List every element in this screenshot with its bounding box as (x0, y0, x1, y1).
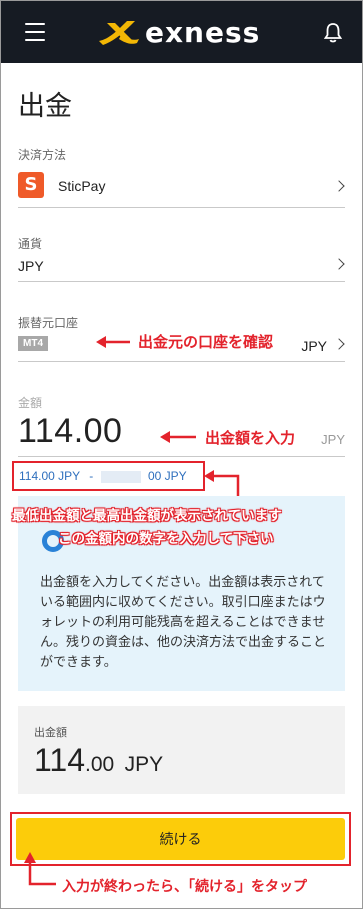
mt4-badge: MT4 (18, 336, 48, 351)
amount-range-min: 114.00 JPY (19, 469, 80, 483)
amount-range-highlight: 114.00 JPY - 00 JPY (12, 461, 205, 491)
withdrawal-summary: 出金額 114.00 JPY (18, 706, 345, 794)
annotation-arrow-button (24, 852, 56, 886)
amount-range-separator: - (89, 469, 94, 483)
amount-range-max: 00 JPY (147, 469, 187, 483)
amount-underline (18, 456, 345, 457)
chevron-right-icon (333, 338, 345, 350)
annotation-arrow-amount (160, 431, 196, 443)
summary-amount: 114.00 JPY (34, 742, 163, 779)
brand-name: exness (145, 15, 261, 49)
blurred-amount (100, 470, 141, 483)
exness-logo-mark-icon (99, 21, 139, 45)
annotation-arrow-source-account (96, 336, 130, 348)
sticpay-icon: S (18, 172, 44, 198)
currency-select[interactable]: JPY (18, 250, 345, 282)
summary-amount-decimal: .00 (85, 753, 115, 776)
app-header: exness (1, 1, 362, 63)
continue-button[interactable]: 続ける (16, 818, 345, 860)
chevron-right-icon (333, 258, 345, 270)
annotation-continue-button: 入力が終わったら、「続ける」をタップ (62, 879, 307, 895)
amount-unit: JPY (321, 432, 345, 447)
annotation-source-account: 出金元の口座を確認 (138, 333, 274, 351)
payment-method-value: SticPay (58, 178, 106, 194)
source-account-currency: JPY (301, 338, 327, 354)
amount-input[interactable]: 114.00 (18, 412, 122, 451)
hamburger-menu-icon[interactable] (25, 23, 45, 41)
chevron-right-icon (333, 180, 345, 192)
source-account-label: 振替元口座 (18, 316, 79, 330)
bell-icon[interactable] (324, 22, 342, 44)
summary-label: 出金額 (34, 727, 67, 739)
currency-value: JPY (18, 258, 44, 274)
amount-range: 114.00 JPY - 00 JPY (19, 469, 187, 483)
amount-label: 金額 (18, 396, 43, 410)
info-text: 出金額を入力してください。出金額は表示されている範囲内に収めてください。取引口座… (40, 574, 327, 669)
summary-amount-unit: JPY (124, 753, 164, 776)
exness-logo: exness (97, 15, 260, 49)
annotation-range-line1: 最低出金額と最高出金額が表示されています (12, 508, 282, 524)
page-title: 出金 (18, 91, 72, 121)
summary-amount-integer: 114 (34, 742, 86, 778)
annotation-amount: 出金額を入力 (205, 429, 296, 447)
payment-method-label: 決済方法 (18, 148, 67, 162)
annotation-range-line2: この金額内の数字を入力して下さい (58, 531, 274, 547)
payment-method-select[interactable]: S SticPay (18, 172, 345, 208)
annotation-arrow-range (204, 470, 240, 496)
